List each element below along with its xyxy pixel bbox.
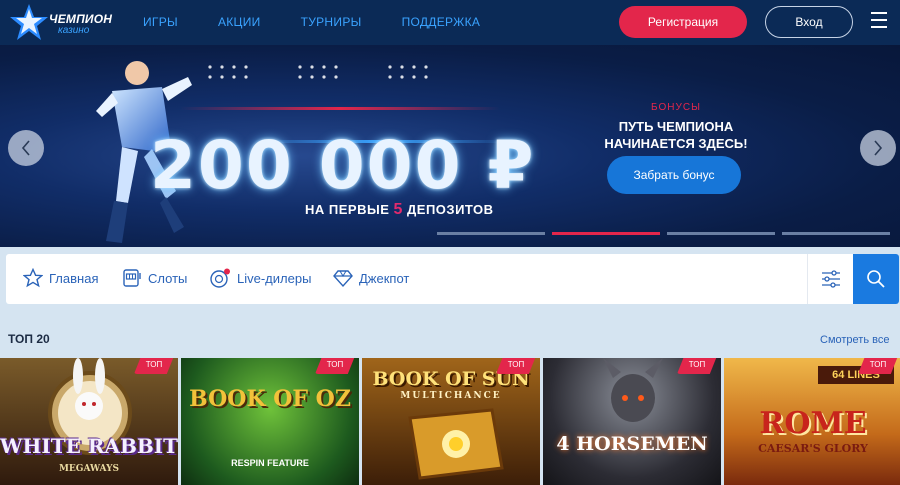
game-title: 4 HORSEMEN <box>556 433 708 455</box>
deposits-suffix: ДЕПОЗИТОВ <box>407 202 494 217</box>
category-jackpot-label: Джекпот <box>359 270 410 286</box>
brand-subtitle: казино <box>58 25 90 36</box>
deposits-count: 5 <box>393 201 403 218</box>
game-subtitle: MEGAWAYS <box>58 464 120 474</box>
brand-name: ЧЕМПИОН <box>49 12 113 26</box>
game-subtitle: RESPIN FEATURE <box>231 458 309 468</box>
chevron-right-icon <box>874 140 883 156</box>
game-card-4-horsemen[interactable]: 4 HORSEMEN ТОП <box>543 358 721 485</box>
claim-bonus-button[interactable]: Забрать бонус <box>607 156 741 194</box>
category-jackpot[interactable]: Джекпот <box>333 268 409 288</box>
game-subtitle: CAESAR'S GLORY <box>758 442 868 455</box>
carousel-dot[interactable] <box>437 232 545 235</box>
category-home[interactable]: Главная <box>23 268 98 288</box>
category-live-label: Live-дилеры <box>237 270 312 286</box>
deposits-prefix: НА ПЕРВЫЕ <box>305 202 390 217</box>
promo-banner[interactable]: 200 000 ₽ НА ПЕРВЫЕ 5 ДЕПОЗИТОВ БОНУСЫ П… <box>0 45 900 247</box>
category-slots-label: Слоты <box>148 270 188 286</box>
category-slots[interactable]: Слоты <box>122 268 187 288</box>
filter-button[interactable] <box>807 254 853 304</box>
horseman-art <box>603 358 663 422</box>
top-badge: ТОП <box>315 358 355 374</box>
game-subtitle: MULTICHANCE <box>400 391 502 401</box>
chevron-left-icon <box>21 140 30 156</box>
game-title: BOOK OF OZ <box>189 386 351 412</box>
star-logo-icon <box>10 4 48 40</box>
promo-title: ПУТЬ ЧЕМПИОНА НАЧИНАЕТСЯ ЗДЕСЬ! <box>604 119 748 151</box>
search-button[interactable] <box>853 254 899 304</box>
filter-sliders-icon <box>821 270 840 288</box>
nav-tournaments[interactable]: ТУРНИРЫ <box>301 15 362 29</box>
carousel-dot[interactable] <box>667 232 775 235</box>
carousel-next-button[interactable] <box>860 130 896 166</box>
nav-support[interactable]: ПОДДЕРЖКА <box>402 15 481 29</box>
nav-games[interactable]: ИГРЫ <box>143 15 178 29</box>
category-home-label: Главная <box>49 270 99 286</box>
carousel-dot-active[interactable] <box>552 232 660 235</box>
light-streak <box>180 107 500 110</box>
stadium-lights <box>208 65 428 79</box>
category-live[interactable]: Live-дилеры <box>209 268 311 288</box>
star-icon <box>23 268 43 288</box>
game-card-book-of-sun[interactable]: BOOK OF SUN MULTICHANCE ТОП <box>362 358 540 485</box>
game-card-book-of-oz[interactable]: BOOK OF OZ RESPIN FEATURE ТОП <box>181 358 359 485</box>
bonus-deposits: НА ПЕРВЫЕ 5 ДЕПОЗИТОВ <box>305 201 494 219</box>
game-row: WHITE RABBIT MEGAWAYS ТОП BOOK OF OZ RES… <box>0 358 900 485</box>
diamond-icon <box>333 270 353 288</box>
section-title: ТОП 20 <box>8 332 50 346</box>
game-card-rome[interactable]: 64 LINES ROME CAESAR'S GLORY ТОП <box>724 358 900 485</box>
promo-category: БОНУСЫ <box>651 102 701 113</box>
game-card-white-rabbit[interactable]: WHITE RABBIT MEGAWAYS ТОП <box>0 358 178 485</box>
nav-promotions[interactable]: АКЦИИ <box>218 15 261 29</box>
game-title: WHITE RABBIT <box>0 434 178 458</box>
login-button[interactable]: Вход <box>765 6 853 38</box>
brand-logo[interactable]: ЧЕМПИОН казино <box>8 3 123 41</box>
menu-icon[interactable] <box>871 12 887 30</box>
carousel-prev-button[interactable] <box>8 130 44 166</box>
top-header: ЧЕМПИОН казино ИГРЫ АКЦИИ ТУРНИРЫ ПОДДЕР… <box>0 0 900 45</box>
category-bar: Главная Слоты Live-дилеры Джекпот <box>6 254 899 304</box>
carousel-indicators <box>437 232 897 235</box>
game-title: ROME <box>759 406 867 441</box>
slot-machine-icon <box>123 269 141 287</box>
main-nav: ИГРЫ АКЦИИ ТУРНИРЫ ПОДДЕРЖКА <box>143 15 520 29</box>
search-icon <box>867 270 885 288</box>
bonus-amount: 200 000 ₽ <box>150 127 536 204</box>
see-all-link[interactable]: Смотреть все <box>820 334 889 346</box>
live-dealer-icon <box>210 268 230 288</box>
register-button[interactable]: Регистрация <box>619 6 747 38</box>
carousel-dot[interactable] <box>782 232 890 235</box>
